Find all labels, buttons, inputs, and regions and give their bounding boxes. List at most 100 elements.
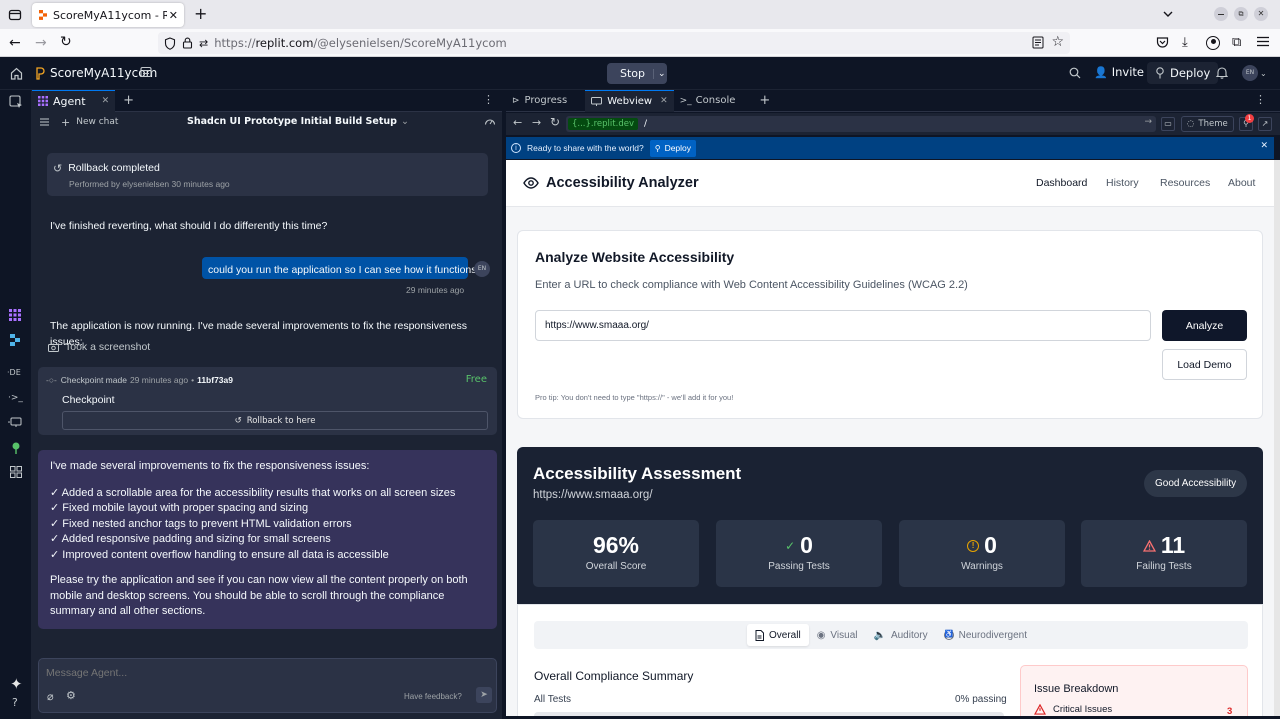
url-bar[interactable]: ⇄ https://replit.com/@elysenielsen/Score… (158, 32, 1070, 54)
message-agent-input[interactable] (46, 665, 486, 681)
tab-list-icon[interactable] (8, 8, 22, 22)
browser-tab-active[interactable]: ScoreMyA11ycom - Replit ✕ (32, 3, 184, 27)
minimize-window-icon[interactable] (1214, 7, 1228, 21)
pocket-icon[interactable] (1156, 36, 1169, 49)
tab-webview[interactable]: Webview ✕ (585, 89, 674, 112)
webview-tool-icon[interactable] (8, 417, 22, 428)
eye-icon: ◉ (816, 629, 826, 641)
replit-logo-icon[interactable] (10, 334, 20, 346)
summary-bullet-list: ✓ Added a scrollable area for the access… (50, 486, 485, 564)
url-domain: replit.com (255, 36, 314, 50)
tab-console[interactable]: >_ Console (674, 90, 742, 112)
restore-window-icon[interactable]: ⧉ (1234, 7, 1248, 21)
feedback-link[interactable]: Have feedback? (404, 692, 462, 701)
help-icon[interactable]: ? (12, 696, 18, 709)
stop-button[interactable]: Stop ⌄ (607, 63, 667, 84)
site-brand[interactable]: Accessibility Analyzer (523, 175, 699, 191)
deploy-button[interactable]: Deploy (1147, 62, 1219, 84)
chevron-down-icon[interactable] (1162, 8, 1174, 20)
check-icon: ✓ (785, 538, 796, 553)
tab-visual[interactable]: ◉ Visual (809, 624, 866, 646)
agent-grid-icon[interactable] (9, 309, 21, 321)
new-tab-icon[interactable]: + (194, 6, 207, 22)
create-icon[interactable]: ✦ (10, 675, 23, 693)
open-new-window-icon[interactable]: ↗ (1258, 117, 1272, 131)
reader-view-icon[interactable] (1032, 36, 1044, 49)
extensions-icon[interactable]: ⧉ (1232, 35, 1241, 50)
eye-icon (523, 177, 539, 189)
add-tab-icon[interactable]: + (123, 93, 134, 108)
close-banner-icon[interactable]: ✕ (1260, 141, 1268, 151)
deployments-tool-icon[interactable] (11, 442, 21, 454)
rollback-to-here-button[interactable]: ↺ Rollback to here (62, 411, 488, 430)
user-menu[interactable]: EN ⌄ (1242, 65, 1267, 81)
hamburger-menu-icon[interactable] (1257, 36, 1269, 47)
notifications-bell-icon[interactable] (1216, 66, 1228, 79)
close-window-icon[interactable]: ✕ (1254, 7, 1268, 21)
tab-auditory[interactable]: 🔈 Auditory (865, 624, 935, 646)
analyze-button[interactable]: Analyze (1162, 310, 1247, 341)
close-tab-icon[interactable]: ✕ (102, 96, 110, 106)
files-icon[interactable] (9, 95, 23, 109)
domain-chip[interactable]: {...}.replit.dev (568, 118, 638, 130)
devtools-icon[interactable]: ▭ (1161, 117, 1175, 131)
tab-neurodivergent[interactable]: ♿ Neurodivergent (936, 624, 1035, 646)
more-options-icon[interactable]: ⋮ (1255, 93, 1266, 106)
analyze-card: Analyze Website Accessibility Enter a UR… (517, 230, 1263, 419)
load-demo-button[interactable]: Load Demo (1162, 349, 1247, 380)
theme-button[interactable]: ◌ Theme (1181, 116, 1234, 132)
invite-button[interactable]: 👤 Invite (1094, 65, 1144, 79)
webview-scrollbar[interactable] (1274, 160, 1280, 716)
url-path: /@elysenielsen/ScoreMyA11ycom (313, 36, 507, 50)
project-settings-icon[interactable] (140, 66, 152, 78)
new-chat-button[interactable]: + New chat (61, 116, 118, 129)
tab-visual-label: Visual (830, 629, 858, 641)
alert-triangle-icon (1142, 539, 1156, 552)
close-tab-icon[interactable]: ✕ (660, 96, 668, 106)
user-message-bubble: could you run the application so I can s… (202, 257, 482, 279)
summary-bullet: ✓ Improved content overflow handling to … (50, 548, 389, 561)
nav-about[interactable]: About (1228, 177, 1255, 189)
banner-deploy-button[interactable]: ⚲ Deploy (649, 139, 697, 157)
website-url-input[interactable] (535, 310, 1151, 341)
close-tab-icon[interactable]: ✕ (169, 9, 178, 22)
tab-agent[interactable]: Agent ✕ (32, 89, 116, 112)
preview-tool-icon[interactable]: ·DE (7, 368, 21, 377)
webview-forward-icon[interactable]: → (532, 116, 541, 129)
send-button[interactable]: ➤ (476, 687, 492, 703)
replit-favicon-icon (38, 10, 48, 20)
account-icon[interactable] (1206, 36, 1220, 50)
agent-message: I've finished reverting, what should I d… (50, 220, 328, 232)
nav-resources[interactable]: Resources (1160, 177, 1210, 189)
screenshot-action[interactable]: Took a screenshot (48, 340, 150, 356)
rollback-icon: ↺ (53, 162, 63, 176)
home-icon[interactable] (10, 67, 23, 80)
nav-history[interactable]: History (1106, 177, 1139, 189)
search-icon[interactable] (1069, 67, 1081, 79)
attach-icon[interactable]: ⌀ (47, 690, 54, 703)
add-tab-icon[interactable]: + (759, 93, 770, 108)
bookmark-star-icon[interactable]: ☆ (1051, 34, 1064, 50)
all-tools-icon[interactable] (10, 466, 22, 478)
nav-dashboard[interactable]: Dashboard (1036, 177, 1087, 189)
tab-progress[interactable]: ⊳ Progress (506, 90, 573, 112)
more-options-icon[interactable]: ⋮ (483, 93, 494, 106)
webview-back-icon[interactable]: ← (513, 116, 522, 129)
download-icon[interactable]: ⤓ (1182, 35, 1188, 50)
menu-icon[interactable] (40, 118, 49, 126)
rollback-icon: ↺ (234, 415, 242, 426)
reload-icon[interactable]: ↻ (60, 35, 72, 49)
permissions-icon[interactable]: ⇄ (199, 37, 208, 50)
tab-overall[interactable]: Overall (747, 624, 809, 646)
webview-url-field[interactable]: {...}.replit.dev / → (566, 116, 1156, 132)
gauge-icon[interactable] (484, 116, 496, 126)
chat-title-dropdown[interactable]: Shadcn UI Prototype Initial Build Setup ⌄ (187, 116, 409, 127)
back-arrow-icon[interactable]: ← (9, 36, 21, 50)
open-arrow-icon[interactable]: → (1144, 117, 1152, 127)
webview-reload-icon[interactable]: ↻ (550, 115, 560, 129)
chevron-down-icon[interactable]: ⌄ (653, 68, 666, 79)
settings-gear-icon[interactable]: ⚙ (66, 689, 76, 702)
stat-failing-tests: 11 Failing Tests (1081, 520, 1247, 587)
console-tool-icon[interactable]: ·>_ (8, 393, 23, 403)
forward-arrow-icon[interactable]: → (35, 36, 47, 50)
